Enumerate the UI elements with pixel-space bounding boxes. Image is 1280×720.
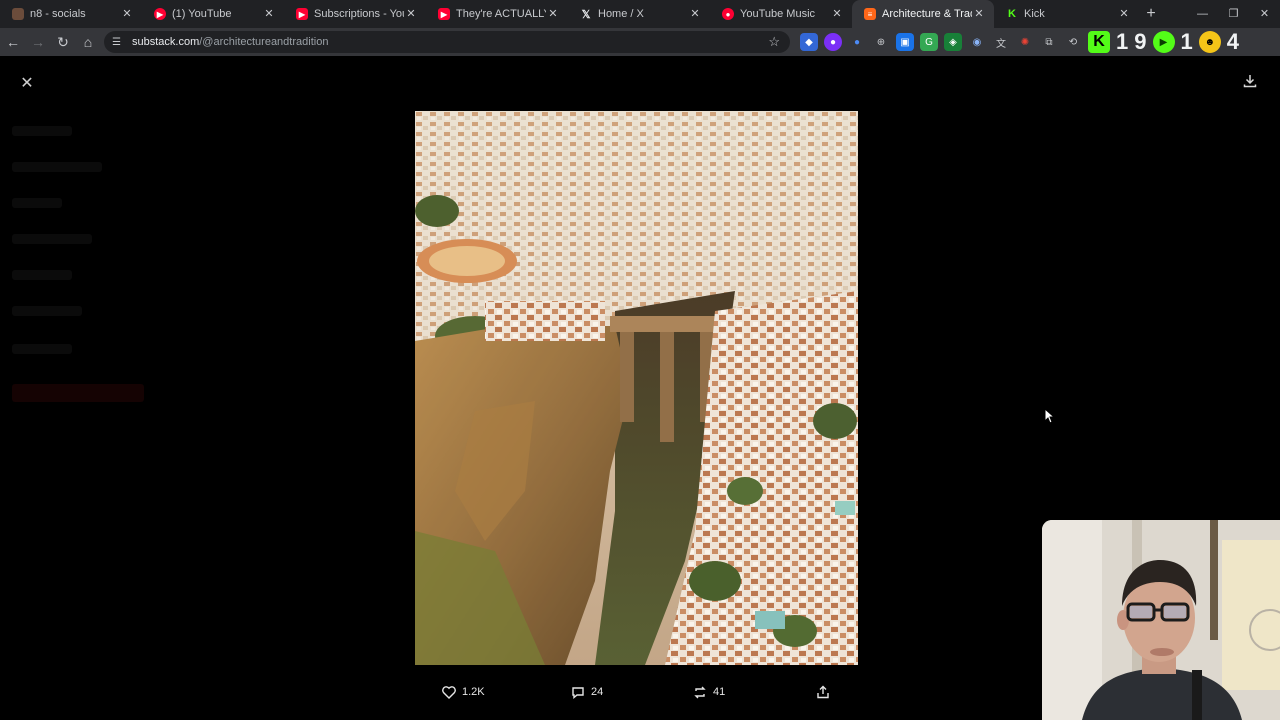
extensions-area: ◆ ● ● ⊕ ▣ G ◈ ◉ 文 ✺ ⧉ ⟲ K 1 9 ▶ 1 ☻ 4 [800,29,1245,54]
close-tab-icon[interactable]: ✕ [1117,7,1131,21]
counter-four: 4 [1226,29,1239,54]
webcam-overlay [1042,520,1280,720]
substack-icon: ≡ [864,8,876,20]
window-extension-icon[interactable]: ▣ [896,33,914,51]
close-tab-icon[interactable]: ✕ [830,7,844,21]
play-extension-icon[interactable]: ▶ [1152,31,1175,53]
circle-extension-icon[interactable]: ● [824,33,842,51]
close-tab-icon[interactable]: ✕ [972,7,986,21]
download-icon[interactable] [1240,74,1260,94]
url-host: substack.com [132,36,200,48]
tab-strip: n8 - socials ✕ ▶ (1) YouTube ✕ ▶ Subscri… [0,0,1280,28]
gamepad-extension-icon[interactable]: ⊕ [872,33,890,51]
tab-title: Architecture & Tradition | [882,8,972,20]
background-sidebar-item [12,234,92,244]
youtube-icon: ▶ [296,8,308,20]
comment-count: 24 [591,686,604,698]
background-sidebar-item [12,126,72,136]
close-tab-icon[interactable]: ✕ [546,7,560,21]
close-window-icon[interactable]: ✕ [1249,0,1280,28]
reload-icon[interactable]: ↻ [51,30,75,54]
bookmark-star-icon[interactable]: ☆ [768,34,780,50]
window-controls: — ❐ ✕ [1187,0,1280,28]
background-sidebar-item [12,270,72,280]
tab-title: Kick [1024,8,1045,20]
close-tab-icon[interactable]: ✕ [262,7,276,21]
restack-count: 41 [713,686,726,698]
tab-title: YouTube Music [740,8,816,20]
tab-kick[interactable]: K Kick ✕ [994,0,1139,28]
sync-extension-icon[interactable]: ⟲ [1064,33,1082,51]
kick-extension-icon[interactable]: K [1088,31,1110,53]
youtube-music-icon: ● [722,8,734,20]
puzzle-extension-icon[interactable]: ⧉ [1040,33,1058,51]
share-button[interactable] [816,680,836,704]
youtube-icon: ▶ [154,8,166,20]
tab-subscriptions-youtube[interactable]: ▶ Subscriptions - YouTube ✕ [284,0,426,28]
comment-button[interactable]: 24 [571,680,603,704]
share-icon [817,685,829,699]
shield-extension-icon[interactable]: ◆ [800,33,818,51]
tab-n8-socials[interactable]: n8 - socials ✕ [0,0,142,28]
home-icon[interactable]: ⌂ [76,30,100,54]
tab-title: n8 - socials [30,8,86,20]
dot-extension-icon[interactable]: ● [848,33,866,51]
browser-toolbar: ← → ↻ ⌂ ☰ substack.com/@architectureandt… [0,28,1280,56]
background-sidebar-item [12,344,72,354]
tab-title: Home / X [598,8,644,20]
heart-icon [442,685,456,699]
post-actions-bar: 1.2K 24 41 [440,680,840,704]
tab-home-x[interactable]: 𝕏 Home / X ✕ [568,0,710,28]
minimize-icon[interactable]: — [1187,0,1218,28]
grammar-extension-icon[interactable]: G [920,33,938,51]
tab-title: Subscriptions - YouTube [314,8,404,20]
background-sidebar-item [12,306,82,316]
like-button[interactable]: 1.2K [442,680,485,704]
tab-youtube[interactable]: ▶ (1) YouTube ✕ [142,0,284,28]
audio-extension-icon[interactable]: ◉ [968,33,986,51]
back-icon[interactable]: ← [1,30,25,54]
kick-icon: K [1008,8,1016,20]
tab-title: They're ACTUALLY DOING [456,8,546,20]
tab-youtube-music[interactable]: ● YouTube Music ✕ [710,0,852,28]
image-lightbox: ✕ 1.2K 24 41 [0,56,1280,720]
site-info-icon[interactable]: ☰ [112,37,126,48]
restack-button[interactable]: 41 [693,680,725,704]
address-bar[interactable]: ☰ substack.com/@architectureandtradition… [104,31,790,53]
counter-three: 1 [1180,29,1193,54]
spark-extension-icon[interactable]: ✺ [1016,33,1034,51]
restack-icon [694,686,706,698]
close-tab-icon[interactable]: ✕ [688,7,702,21]
mouse-cursor-icon [1044,408,1056,424]
counter-one: 1 [1116,29,1129,54]
tab-architecture-tradition[interactable]: ≡ Architecture & Tradition | ✕ [852,0,994,28]
background-sidebar-item [12,162,102,172]
close-lightbox-button[interactable]: ✕ [17,74,37,94]
like-count: 1.2K [462,686,485,698]
tab-youtube-video[interactable]: ▶ They're ACTUALLY DOING ✕ [426,0,568,28]
face-extension-icon[interactable]: ☻ [1198,31,1221,53]
url-path: /@architectureandtradition [199,36,329,48]
background-sidebar-item [12,198,62,208]
x-icon: 𝕏 [581,8,591,21]
new-tab-button[interactable]: + [1139,5,1163,23]
tab-title: (1) YouTube [172,8,232,20]
close-tab-icon[interactable]: ✕ [120,7,134,21]
background-create-button [12,384,144,402]
restore-icon[interactable]: ❐ [1218,0,1249,28]
shield-green-extension-icon[interactable]: ◈ [944,33,962,51]
counter-two: 9 [1134,29,1147,54]
post-photo [415,111,858,665]
n8-icon [12,8,24,20]
close-tab-icon[interactable]: ✕ [404,7,418,21]
youtube-icon: ▶ [438,8,450,20]
forward-icon[interactable]: → [26,30,50,54]
translate-extension-icon[interactable]: 文 [992,33,1010,51]
comment-icon [572,686,584,699]
